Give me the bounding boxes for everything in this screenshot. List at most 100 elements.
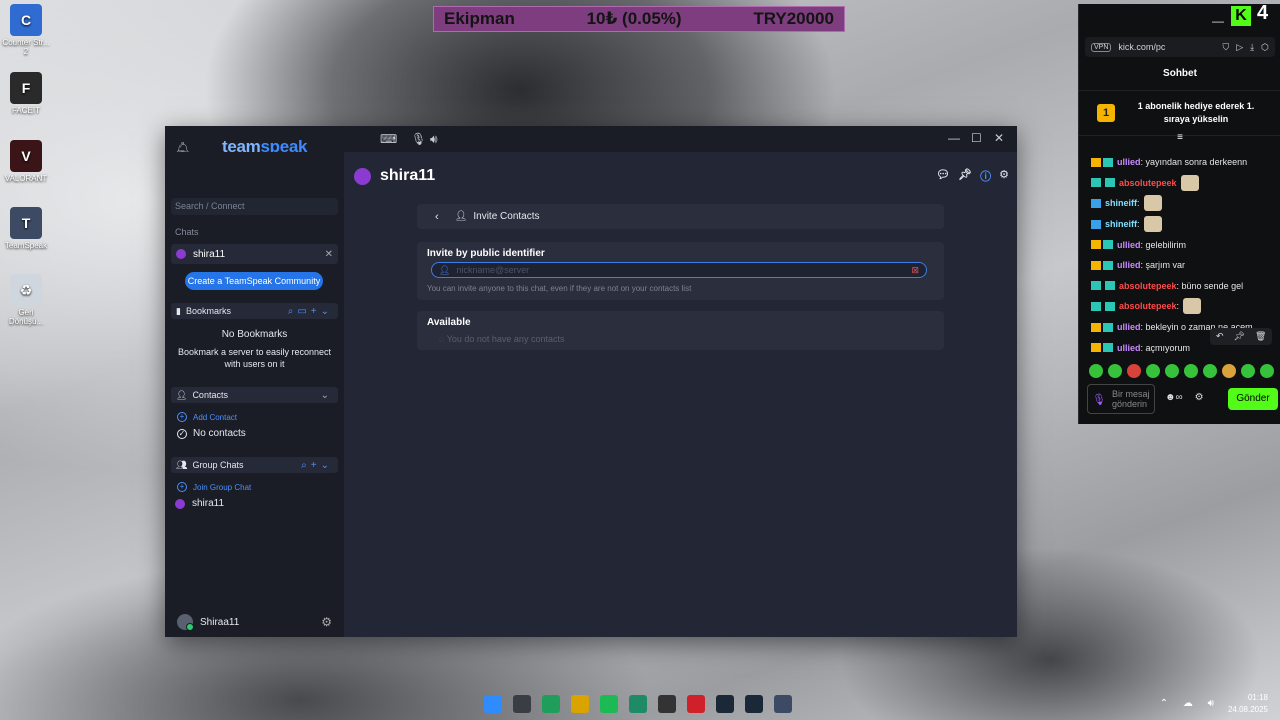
pin-icon[interactable]: 📌︎ xyxy=(958,168,972,184)
chat-bubble-icon[interactable]: 💬︎ xyxy=(936,168,950,184)
microphone-icon[interactable]: 🎙︎ xyxy=(411,133,426,145)
chat-username[interactable]: ullied xyxy=(1117,343,1141,353)
close-chat-icon[interactable]: ✕ xyxy=(325,249,333,260)
chat-username[interactable]: ullied xyxy=(1117,240,1141,250)
info-icon[interactable]: ⓘ xyxy=(980,168,991,184)
taskbar-app-icon[interactable] xyxy=(484,695,502,713)
shield-icon[interactable]: ⛉ xyxy=(1222,42,1229,53)
chat-message[interactable]: absolutepeek xyxy=(1091,173,1276,194)
keyboard-icon[interactable]: ⌨ xyxy=(380,133,397,145)
delete-icon[interactable]: 🗑︎ xyxy=(1255,331,1266,342)
microphone-icon[interactable]: 🎙︎ xyxy=(1092,393,1106,406)
desktop-icon[interactable]: T TeamSpeak xyxy=(2,207,50,250)
scroll-to-bottom-icon[interactable]: ≡ xyxy=(1079,132,1280,143)
emote-icon[interactable] xyxy=(1222,364,1236,378)
contacts-label: Contacts xyxy=(192,390,228,400)
emote-icon[interactable] xyxy=(1203,364,1217,378)
chat-message[interactable]: absolutepeek: büno sende gel xyxy=(1091,276,1276,297)
reply-icon[interactable]: ↶ xyxy=(1216,331,1224,342)
bookmarks-actions-icons[interactable]: ⌕▭+⌄ xyxy=(288,306,333,317)
add-contact-link[interactable]: + Add Contact xyxy=(177,412,237,422)
chat-message[interactable]: absolutepeek: xyxy=(1091,296,1276,317)
join-group-chat-link[interactable]: + Join Group Chat xyxy=(177,482,251,492)
chat-username[interactable]: ullied xyxy=(1117,322,1141,332)
chat-username[interactable]: absolutepeek xyxy=(1119,301,1177,311)
settings-icon[interactable]: ⚙ xyxy=(999,168,1009,184)
taskbar-app-icon[interactable] xyxy=(600,695,618,713)
speaker-icon[interactable]: 🔊︎ xyxy=(430,133,438,145)
taskbar-app-icon[interactable] xyxy=(571,695,589,713)
address-bar[interactable]: VPN kick.com/pc ⛉ ▷ ⤓ ⬡ xyxy=(1085,37,1275,57)
desktop-icon[interactable]: F FACEIT xyxy=(2,72,50,115)
emote-icon[interactable] xyxy=(1108,364,1122,378)
create-community-button[interactable]: Create a TeamSpeak Community xyxy=(185,272,323,290)
taskbar-app-icon[interactable] xyxy=(716,695,734,713)
desktop-icon[interactable]: C Counter Str... 2 xyxy=(2,4,50,56)
chat-message[interactable]: shineiff: xyxy=(1091,193,1276,214)
chevron-down-icon[interactable]: ⌄ xyxy=(321,390,333,401)
chat-message[interactable]: ullied: gelebilirim xyxy=(1091,234,1276,255)
chat-message[interactable]: ullied: şarjım var xyxy=(1091,255,1276,276)
pin-icon[interactable]: 📌︎ xyxy=(1234,331,1245,342)
taskbar-app-icon[interactable] xyxy=(745,695,763,713)
chat-message[interactable]: shineiff: xyxy=(1091,214,1276,235)
emote-icon[interactable] xyxy=(1089,364,1103,378)
desktop-icon-label: FACEIT xyxy=(11,106,40,115)
clock[interactable]: 01:18 24.08.2025 xyxy=(1228,692,1268,716)
back-arrow-icon[interactable]: ‹ xyxy=(435,211,439,223)
clear-input-icon[interactable]: ⊠ xyxy=(911,265,919,276)
search-connect-input[interactable]: Search / Connect xyxy=(171,198,338,215)
sub-badge-icon xyxy=(1103,260,1113,270)
chat-username[interactable]: absolutepeek xyxy=(1119,281,1177,291)
group-chats-section-header[interactable]: 👥︎ Group Chats ⌕+⌄ xyxy=(171,457,338,473)
taskbar-app-icon[interactable] xyxy=(658,695,676,713)
emote-icon[interactable] xyxy=(1165,364,1179,378)
chat-username[interactable]: ullied xyxy=(1117,157,1141,167)
maximize-icon[interactable]: ☐ xyxy=(971,132,982,144)
chat-username[interactable]: absolutepeek xyxy=(1119,178,1177,188)
group-chat-item-shira11[interactable]: shira11 xyxy=(175,498,224,509)
download-icon[interactable]: ⤓ xyxy=(1250,42,1254,53)
chat-username[interactable]: shineiff xyxy=(1105,219,1137,229)
emote-icon[interactable] xyxy=(1127,364,1141,378)
taskbar-app-icon[interactable] xyxy=(513,695,531,713)
gear-icon[interactable]: ⚙ xyxy=(321,615,332,629)
taskbar-app-icon[interactable] xyxy=(629,695,647,713)
contacts-section-header[interactable]: 👤︎ Contacts ⌄ xyxy=(171,387,338,403)
gift-subscription-banner[interactable]: 1 1 abonelik hediye ederek 1. sıraya yük… xyxy=(1079,90,1280,136)
taskbar-app-icon[interactable] xyxy=(687,695,705,713)
settings-icon[interactable]: ⚙ xyxy=(1195,392,1204,403)
app-icon: C xyxy=(10,4,42,36)
public-identifier-input[interactable]: 👤︎ nickname@server ⊠ xyxy=(431,262,927,278)
chat-text: : xyxy=(1137,198,1140,209)
emote-icon[interactable] xyxy=(1146,364,1160,378)
system-tray-icons[interactable]: ⌃ ☁ 🔊︎ xyxy=(1160,698,1220,709)
desktop-icon[interactable]: V VALORANT xyxy=(2,140,50,183)
group-chats-label: Group Chats xyxy=(192,460,244,470)
send-button[interactable]: Gönder xyxy=(1228,388,1278,410)
emote-icon[interactable] xyxy=(1184,364,1198,378)
chat-username[interactable]: ullied xyxy=(1117,260,1141,270)
extension-icon[interactable]: ⬡ xyxy=(1261,42,1269,53)
bookmark-icon: ▮ xyxy=(176,305,181,316)
desktop-icon[interactable]: ♻ Geri Dönüşü... xyxy=(2,274,50,326)
minimize-icon[interactable]: — xyxy=(1212,14,1224,28)
bookmarks-section-header[interactable]: ▮ Bookmarks ⌕▭+⌄ xyxy=(171,303,338,319)
emote-icon[interactable] xyxy=(1260,364,1274,378)
emote-picker-icon[interactable]: ☻∞ xyxy=(1165,392,1183,403)
emote-icon[interactable] xyxy=(1241,364,1255,378)
sidebar-chat-shira11[interactable]: shira11 ✕ xyxy=(171,244,338,264)
chat-username[interactable]: shineiff xyxy=(1105,198,1137,208)
vpn-badge[interactable]: VPN xyxy=(1091,42,1112,52)
group-chats-actions-icons[interactable]: ⌕+⌄ xyxy=(301,460,333,471)
minimize-icon[interactable]: — xyxy=(948,132,960,144)
close-icon[interactable]: ✕ xyxy=(994,132,1004,144)
avatar[interactable] xyxy=(177,614,194,631)
play-icon[interactable]: ▷ xyxy=(1236,42,1243,53)
chat-header: shira11 💬︎ 📌︎ ⓘ ⚙ xyxy=(344,152,1017,200)
taskbar-app-icon[interactable] xyxy=(774,695,792,713)
chat-message-input[interactable]: 🎙︎ Bir mesaj gönderin xyxy=(1087,384,1155,414)
chat-message[interactable]: ullied: yayından sonra derkeenn xyxy=(1091,152,1276,173)
taskbar-app-icon[interactable] xyxy=(542,695,560,713)
user-badge-icon xyxy=(1091,240,1101,250)
